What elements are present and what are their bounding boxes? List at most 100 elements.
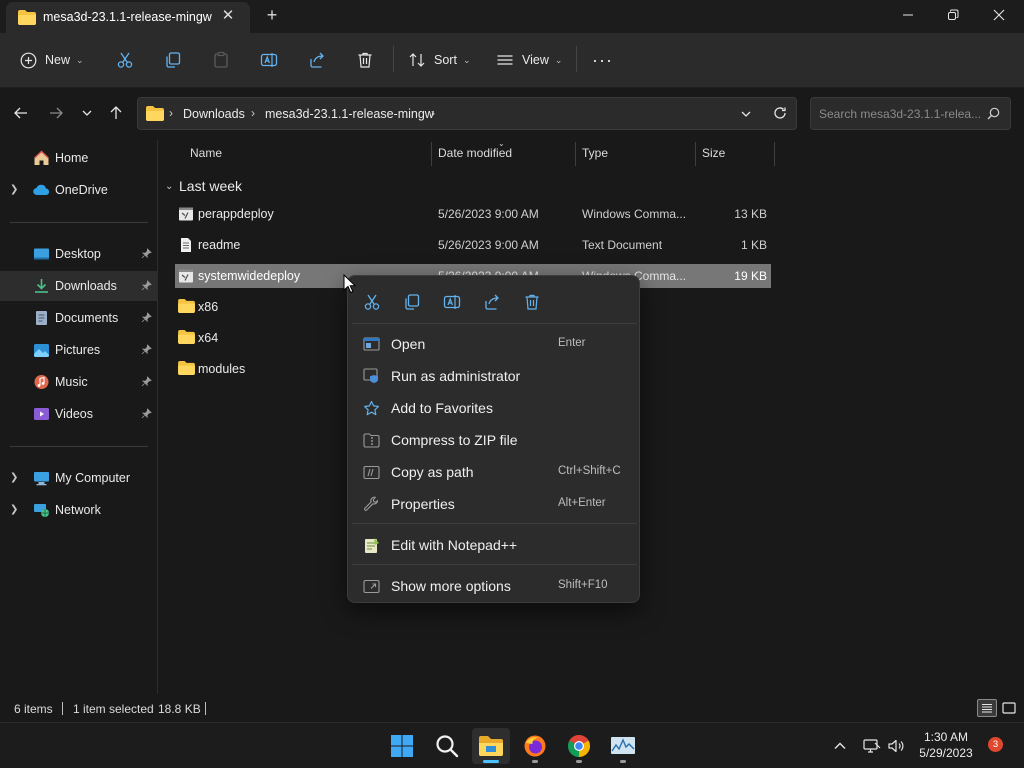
context-cut-button[interactable]	[361, 291, 383, 313]
taskbar-chrome[interactable]	[560, 728, 598, 764]
item-count: 6 items	[14, 702, 53, 716]
menu-item-compress-zip[interactable]: Compress to ZIP file	[354, 424, 635, 454]
chevron-down-icon: ⌄	[462, 54, 471, 65]
sidebar-item-my-computer[interactable]: ❯ My Computer	[0, 463, 157, 493]
pin-icon[interactable]	[141, 312, 152, 326]
column-header-type[interactable]: Type	[582, 146, 608, 160]
pin-icon[interactable]	[141, 408, 152, 422]
column-divider[interactable]	[575, 142, 576, 166]
menu-item-edit-notepadpp[interactable]: Edit with Notepad++	[354, 529, 635, 559]
see-more-button[interactable]: ···	[592, 45, 613, 75]
details-view-button[interactable]	[977, 699, 997, 717]
tiles-view-icon	[1002, 702, 1016, 714]
taskbar-system-monitor[interactable]	[604, 728, 642, 764]
pin-icon[interactable]	[141, 248, 152, 262]
address-bar[interactable]: › Downloads › mesa3d-23.1.1-release-ming…	[137, 97, 797, 130]
sidebar-item-videos[interactable]: Videos	[0, 399, 157, 429]
clock[interactable]: 1:30 AM 5/29/2023	[910, 729, 982, 761]
context-share-button[interactable]	[481, 291, 503, 313]
sidebar-item-documents[interactable]: Documents	[0, 303, 157, 333]
breadcrumb-chevron-icon[interactable]: ›	[431, 106, 435, 120]
refresh-button[interactable]	[773, 106, 787, 123]
toolbar-divider	[576, 46, 577, 72]
pin-icon[interactable]	[141, 280, 152, 294]
search-box[interactable]	[810, 97, 1011, 130]
group-header[interactable]: ⌄ Last week	[165, 176, 242, 196]
column-divider[interactable]	[431, 142, 432, 166]
taskbar-firefox[interactable]	[516, 728, 554, 764]
copy-button[interactable]	[164, 45, 182, 75]
breadcrumb-chevron-icon[interactable]: ›	[169, 106, 173, 120]
sort-button[interactable]: Sort ⌄	[408, 45, 470, 75]
chevron-right-icon[interactable]: ❯	[10, 472, 18, 483]
share-button[interactable]	[308, 45, 326, 75]
taskbar-file-explorer[interactable]	[472, 728, 510, 764]
delete-button[interactable]	[356, 45, 374, 75]
notification-badge[interactable]: 3	[988, 737, 1003, 752]
cloud-icon	[33, 182, 50, 198]
new-button[interactable]: New ⌄	[20, 45, 84, 75]
minimize-button[interactable]	[885, 0, 931, 30]
column-header-date[interactable]: Date modified	[438, 146, 512, 160]
restore-button[interactable]	[930, 0, 976, 30]
new-tab-button[interactable]: +	[262, 5, 282, 25]
cut-button[interactable]	[116, 45, 134, 75]
sidebar-item-music[interactable]: Music	[0, 367, 157, 397]
up-button[interactable]	[104, 100, 128, 126]
rename-button[interactable]	[260, 45, 278, 75]
close-window-button[interactable]	[976, 0, 1022, 30]
back-button[interactable]	[9, 100, 33, 126]
sidebar-item-downloads[interactable]: Downloads	[0, 271, 157, 301]
view-button[interactable]: View ⌄	[496, 45, 562, 75]
file-row[interactable]: perappdeploy 5/26/2023 9:00 AM Windows C…	[175, 202, 771, 226]
sidebar-item-network[interactable]: ❯ Network	[0, 495, 157, 525]
open-icon	[362, 335, 380, 353]
window-tab[interactable]: mesa3d-23.1.1-release-mingw ✕	[6, 2, 250, 33]
column-header-name[interactable]: Name	[190, 146, 222, 160]
menu-item-copy-as-path[interactable]: Copy as path Ctrl+Shift+C	[354, 456, 635, 486]
context-rename-button[interactable]	[441, 291, 463, 313]
tab-close-button[interactable]: ✕	[220, 8, 236, 24]
column-divider[interactable]	[774, 142, 775, 166]
menu-item-properties[interactable]: Properties Alt+Enter	[354, 488, 635, 518]
pin-icon[interactable]	[141, 376, 152, 390]
menu-item-label: Open	[391, 336, 426, 352]
recent-locations-button[interactable]	[75, 100, 99, 126]
sidebar-item-desktop[interactable]: Desktop	[0, 239, 157, 269]
chevron-right-icon[interactable]: ❯	[10, 184, 18, 195]
paste-button[interactable]	[212, 45, 230, 75]
taskbar-search-button[interactable]	[428, 728, 466, 764]
menu-item-run-as-admin[interactable]: Run as administrator	[354, 360, 635, 390]
folder-name: x86	[198, 300, 219, 314]
sidebar-item-home[interactable]: Home	[0, 143, 157, 173]
command-bar: New ⌄ Sort ⌄ View ⌄ ···	[0, 33, 1024, 88]
sidebar-item-label: Network	[55, 503, 101, 517]
start-button[interactable]	[383, 728, 421, 764]
context-copy-button[interactable]	[401, 291, 423, 313]
address-dropdown-button[interactable]	[740, 108, 752, 123]
volume-button[interactable]	[882, 728, 910, 764]
context-delete-button[interactable]	[521, 291, 543, 313]
pin-icon[interactable]	[141, 344, 152, 358]
menu-item-open[interactable]: Open Enter	[354, 328, 635, 358]
breadcrumb-chevron-icon[interactable]: ›	[251, 106, 255, 120]
menu-item-show-more-options[interactable]: Show more options Shift+F10	[354, 570, 635, 600]
column-divider[interactable]	[695, 142, 696, 166]
column-header-size[interactable]: Size	[702, 146, 725, 160]
show-hidden-icons-button[interactable]	[826, 728, 854, 764]
chevron-right-icon[interactable]: ❯	[10, 504, 18, 515]
sidebar-item-onedrive[interactable]: ❯ OneDrive	[0, 175, 157, 205]
file-row[interactable]: readme 5/26/2023 9:00 AM Text Document 1…	[175, 233, 771, 257]
menu-item-label: Properties	[391, 496, 455, 512]
breadcrumb-downloads[interactable]: Downloads	[183, 107, 245, 121]
search-input[interactable]	[819, 106, 984, 122]
breadcrumb-current-folder[interactable]: mesa3d-23.1.1-release-mingw	[265, 107, 434, 121]
chevron-down-icon	[82, 110, 92, 116]
close-icon	[993, 9, 1005, 21]
tiles-view-button[interactable]	[999, 699, 1019, 717]
menu-item-add-to-favorites[interactable]: Add to Favorites	[354, 392, 635, 422]
search-icon[interactable]	[987, 107, 1000, 123]
rename-icon	[260, 53, 278, 67]
sidebar-item-pictures[interactable]: Pictures	[0, 335, 157, 365]
forward-button[interactable]	[44, 100, 68, 126]
